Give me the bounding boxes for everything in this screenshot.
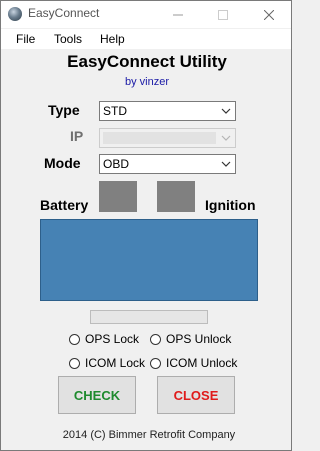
battery-label: Battery bbox=[40, 197, 89, 213]
ip-select[interactable] bbox=[99, 128, 236, 148]
minimize-icon bbox=[172, 14, 183, 15]
radio-dot bbox=[69, 333, 80, 345]
ip-label: IP bbox=[70, 128, 84, 144]
minimize-button[interactable] bbox=[155, 1, 200, 28]
output-display bbox=[40, 219, 258, 301]
radio-dot bbox=[150, 333, 161, 345]
icom-unlock-radio[interactable]: ICOM Unlock bbox=[150, 356, 237, 370]
copyright-footer: 2014 (C) Bimmer Retrofit Company bbox=[62, 429, 236, 441]
window-title: EasyConnect bbox=[28, 6, 100, 20]
author-byline: by vinzer bbox=[124, 76, 170, 88]
type-select-value: STD bbox=[103, 104, 127, 118]
ip-select-placeholder bbox=[103, 132, 216, 144]
app-heading: EasyConnect Utility bbox=[67, 52, 227, 71]
check-button[interactable]: CHECK bbox=[58, 376, 136, 414]
progress-bar bbox=[90, 310, 208, 324]
menu-help[interactable]: Help bbox=[100, 32, 125, 46]
menu-file[interactable]: File bbox=[16, 32, 35, 46]
chevron-down-icon bbox=[221, 135, 231, 141]
menu-bar: File Tools Help bbox=[1, 29, 291, 49]
ops-unlock-radio[interactable]: OPS Unlock bbox=[150, 332, 231, 346]
ops-lock-label: OPS Lock bbox=[85, 332, 140, 346]
app-window: EasyConnect File Tools Help EasyConnect … bbox=[0, 0, 292, 451]
ops-unlock-label: OPS Unlock bbox=[166, 332, 232, 346]
ignition-label: Ignition bbox=[205, 197, 256, 213]
close-button[interactable]: CLOSE bbox=[157, 376, 235, 414]
mode-select-value: OBD bbox=[103, 157, 130, 171]
icom-lock-label: ICOM Lock bbox=[85, 356, 146, 370]
icom-lock-radio[interactable]: ICOM Lock bbox=[69, 356, 145, 370]
app-logo-icon bbox=[8, 7, 22, 21]
mode-label: Mode bbox=[44, 155, 81, 171]
chevron-down-icon bbox=[221, 161, 231, 167]
maximize-icon bbox=[217, 9, 228, 20]
chevron-down-icon bbox=[221, 108, 231, 114]
type-label: Type bbox=[48, 102, 80, 118]
ignition-indicator bbox=[157, 181, 195, 212]
mode-select[interactable]: OBD bbox=[99, 154, 236, 174]
radio-dot bbox=[150, 357, 161, 369]
battery-indicator bbox=[99, 181, 137, 212]
menu-tools[interactable]: Tools bbox=[54, 32, 82, 46]
icom-unlock-label: ICOM Unlock bbox=[166, 356, 238, 370]
ops-lock-radio[interactable]: OPS Lock bbox=[69, 332, 139, 346]
type-select[interactable]: STD bbox=[99, 101, 236, 121]
close-window-button[interactable] bbox=[246, 1, 291, 28]
close-icon bbox=[263, 9, 274, 20]
title-bar[interactable]: EasyConnect bbox=[1, 1, 291, 28]
maximize-button[interactable] bbox=[200, 1, 245, 28]
radio-dot bbox=[69, 357, 80, 369]
